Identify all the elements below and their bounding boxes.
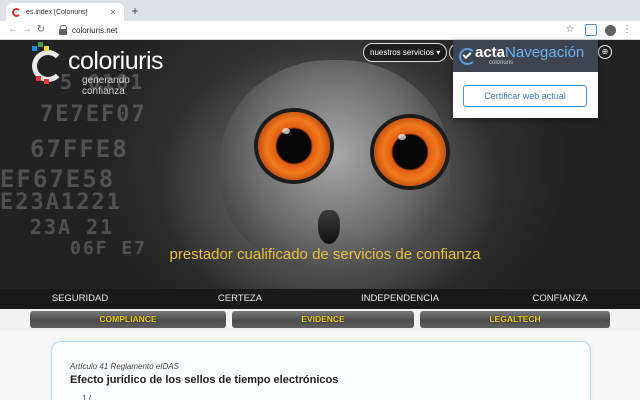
- new-tab-button[interactable]: +: [128, 3, 142, 19]
- site-favicon-icon: [12, 7, 21, 17]
- language-globe-icon[interactable]: ⊕: [598, 45, 612, 59]
- tab-close-icon[interactable]: ×: [108, 7, 118, 17]
- hero-tagline: prestador cualificado de servicios de co…: [169, 246, 481, 263]
- nav-item-confianza[interactable]: CONFIANZA: [480, 289, 640, 309]
- values-nav: SEGURIDAD CERTEZA INDEPENDENCIA CONFIANZ…: [0, 289, 640, 309]
- hex-text-line: EF67E58: [0, 165, 116, 193]
- article-reference: Artículo 41 Reglamento eIDAS: [70, 362, 179, 371]
- main-content: Artículo 41 Reglamento eIDAS Efecto jurí…: [0, 331, 640, 400]
- acta-brand-main: acta: [475, 44, 506, 61]
- acta-brand-sub: coloriuris: [489, 60, 514, 66]
- logo-tagline: generando confianza: [82, 75, 130, 97]
- acta-brand: actaNavegación coloriuris: [475, 45, 584, 67]
- article-list-start: 1 /: [82, 394, 91, 400]
- browser-tab[interactable]: es.index [Coloriuris] ×: [6, 3, 124, 21]
- article-card: Artículo 41 Reglamento eIDAS Efecto jurí…: [51, 341, 591, 400]
- owl-right-eye: [374, 118, 446, 186]
- tab-title: es.index [Coloriuris]: [26, 8, 88, 16]
- acta-extension-popup: actaNavegación coloriuris Certificar web…: [453, 40, 598, 118]
- hex-text-line: 67FFE8: [30, 135, 129, 163]
- reload-icon[interactable]: ↻: [34, 23, 48, 37]
- services-dropdown-button[interactable]: nuestros servicios ▾: [363, 43, 448, 62]
- profile-avatar-icon[interactable]: [605, 24, 616, 36]
- nav-item-certeza[interactable]: CERTEZA: [160, 289, 320, 309]
- popup-header: actaNavegación coloriuris: [453, 40, 598, 72]
- hex-text-line: 7E7EF07: [40, 102, 147, 127]
- bookmark-star-icon[interactable]: ☆: [563, 23, 577, 37]
- nav-item-independencia[interactable]: INDEPENDENCIA: [320, 289, 480, 309]
- back-icon[interactable]: ←: [6, 23, 20, 37]
- address-bar[interactable]: coloriuris.net: [72, 26, 559, 35]
- certify-page-button[interactable]: Certificar web actual: [463, 85, 587, 107]
- nav-item-seguridad[interactable]: SEGURIDAD: [0, 289, 160, 309]
- owl-left-eye: [258, 112, 330, 180]
- browser-tab-bar: es.index [Coloriuris] × +: [0, 0, 640, 21]
- acta-brand-nav: Navegación: [505, 44, 585, 61]
- evidence-button[interactable]: EVIDENCE: [232, 311, 414, 328]
- logo-mark-icon: [28, 42, 68, 84]
- browser-menu-icon[interactable]: ⋮: [620, 23, 634, 37]
- hex-text-line: E23A1221: [0, 190, 122, 215]
- hex-text-line: 23A 21: [30, 215, 115, 239]
- coloriuris-logo[interactable]: coloriuris generando confianza: [28, 42, 164, 97]
- compliance-button[interactable]: COMPLIANCE: [30, 311, 226, 328]
- logo-wordmark: coloriuris: [68, 47, 164, 75]
- owl-beak: [318, 210, 340, 244]
- acta-check-icon: [457, 46, 476, 66]
- lock-icon[interactable]: [58, 23, 68, 37]
- article-title: Efecto jurídico de los sellos de tiempo …: [70, 374, 339, 386]
- extension-icon[interactable]: [585, 24, 597, 36]
- browser-toolbar: ← → ↻ coloriuris.net ☆ ⋮: [0, 21, 640, 40]
- legaltech-button[interactable]: LEGALTECH: [420, 311, 610, 328]
- forward-icon[interactable]: →: [20, 23, 34, 37]
- service-pills-bar: COMPLIANCE EVIDENCE LEGALTECH: [0, 309, 640, 331]
